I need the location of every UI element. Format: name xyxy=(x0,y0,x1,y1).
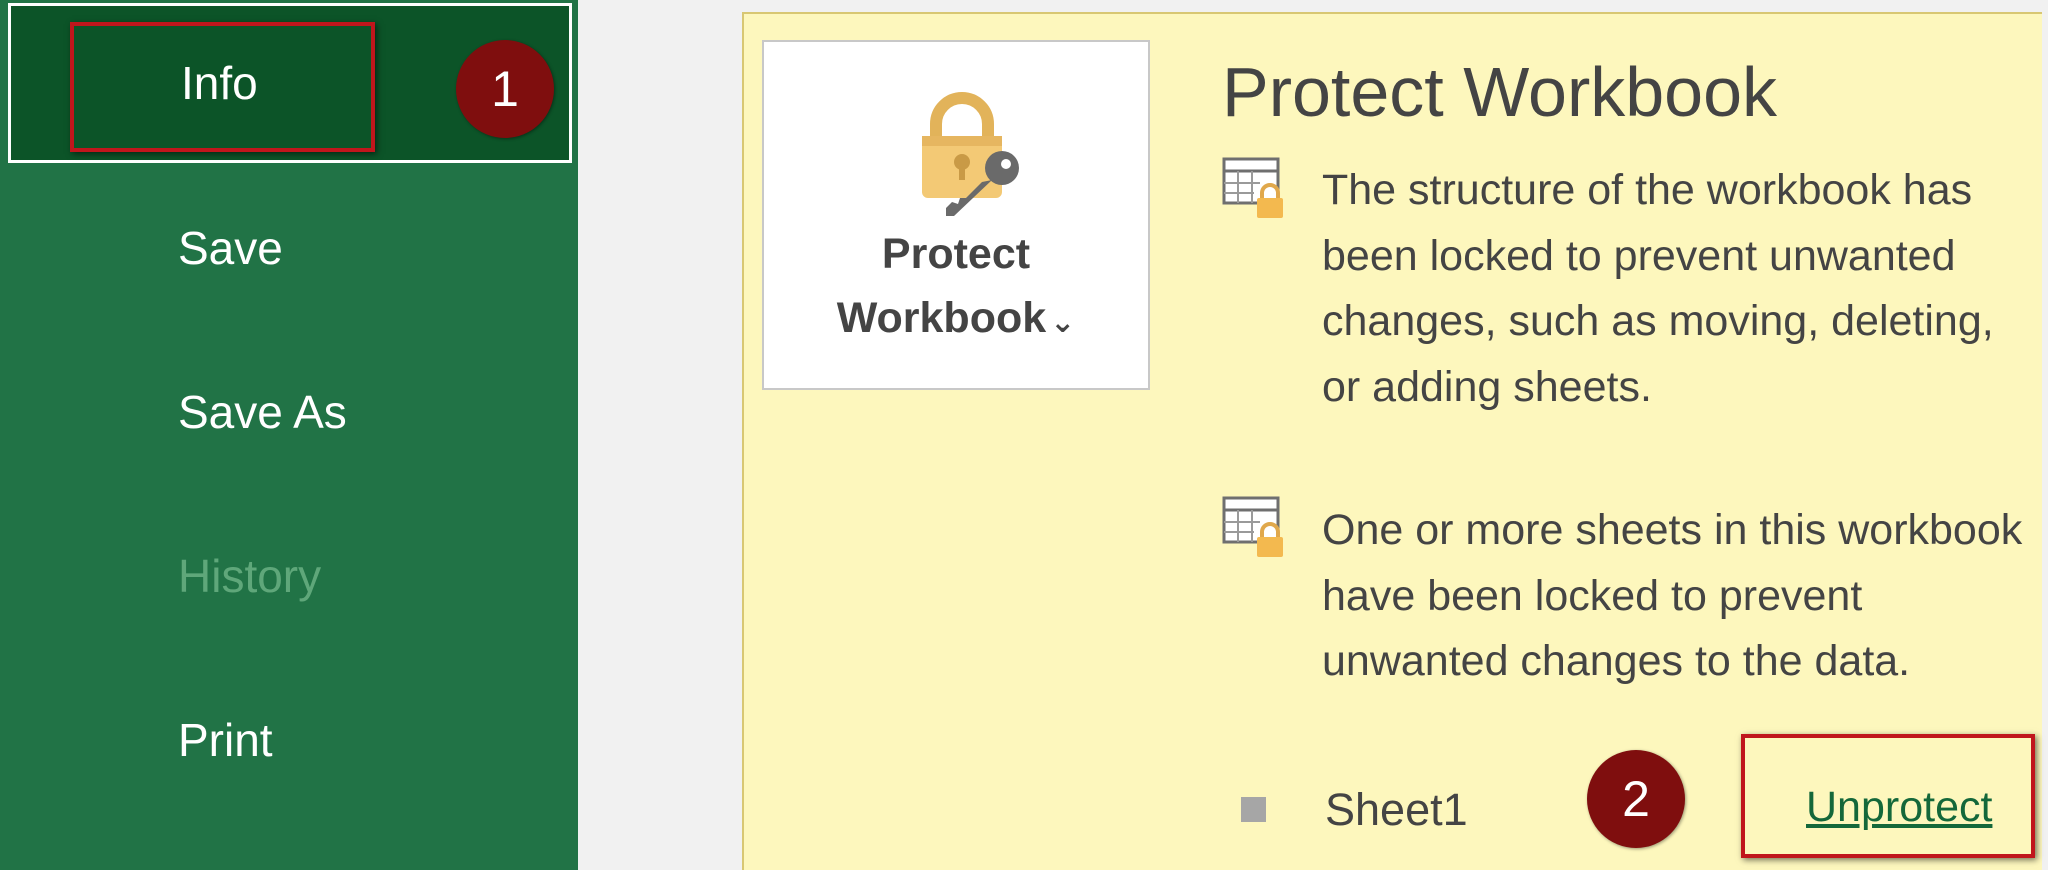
sidebar-item-print[interactable]: Print xyxy=(0,660,578,820)
highlight-box-unprotect xyxy=(1741,734,2035,858)
step-badge-1: 1 xyxy=(456,40,554,138)
chevron-down-icon: ⌄ xyxy=(1050,306,1076,339)
sidebar-item-label: Print xyxy=(178,714,273,766)
protect-workbook-button[interactable]: Protect Workbook ⌄ xyxy=(762,40,1150,390)
sidebar-item-label: History xyxy=(178,550,322,602)
sheets-lock-description: One or more sheets in this workbook have… xyxy=(1322,506,2023,685)
sheet-lock-icon xyxy=(1222,496,1283,557)
sheet-bullet-icon xyxy=(1241,797,1266,822)
sidebar-item-label: Save xyxy=(178,222,283,274)
lock-key-icon xyxy=(922,92,1019,216)
highlight-box-info xyxy=(70,22,375,152)
workbook-lock-icon xyxy=(1222,157,1283,218)
sidebar-item-label: Save As xyxy=(178,386,347,438)
sidebar-item-history: History xyxy=(0,496,578,656)
structure-lock-description: The structure of the workbook has been l… xyxy=(1322,166,1994,411)
sheet-name: Sheet1 xyxy=(1325,784,1468,835)
sidebar-item-save-as[interactable]: Save As xyxy=(0,332,578,492)
protect-button-label: Protect Workbook ⌄ xyxy=(836,230,1076,342)
panel-title: Protect Workbook xyxy=(1222,53,1778,131)
step-badge-2: 2 xyxy=(1587,750,1685,848)
sidebar-item-save[interactable]: Save xyxy=(0,168,578,328)
